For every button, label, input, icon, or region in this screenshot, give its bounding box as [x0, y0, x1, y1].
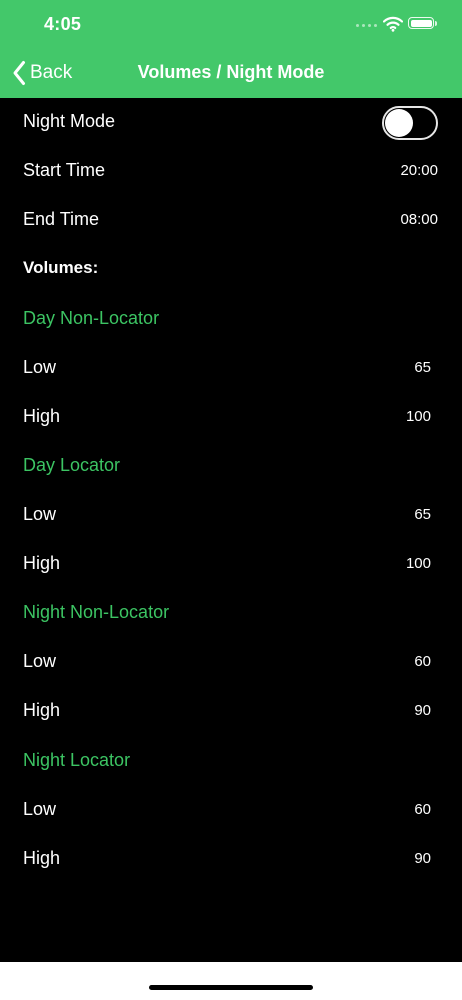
page-title: Volumes / Night Mode: [137, 62, 325, 82]
section-header: Night Non-Locator: [0, 589, 462, 638]
end-time-label: End Time: [23, 209, 100, 229]
high-value: 90: [414, 850, 431, 867]
end-time-row[interactable]: End Time 08:00: [0, 196, 462, 245]
home-indicator[interactable]: [149, 985, 313, 990]
volume-row-low[interactable]: Low 65: [0, 344, 462, 393]
volume-row-high[interactable]: High 100: [0, 540, 462, 589]
battery-tip: [435, 21, 437, 26]
cellular-dots-icon: [356, 24, 377, 27]
navigation-header: 4:05 Back Volumes / Night Mode: [0, 0, 462, 98]
end-time-value: 08:00: [400, 211, 438, 228]
volumes-heading-row: Volumes:: [0, 245, 462, 294]
night-mode-row: Night Mode: [0, 98, 462, 147]
wifi-icon: [383, 16, 403, 32]
section-header: Day Non-Locator: [0, 295, 462, 344]
status-time: 4:05: [44, 14, 82, 34]
high-value: 100: [405, 408, 431, 425]
low-value: 65: [414, 359, 431, 376]
low-value: 65: [414, 506, 431, 523]
night-mode-toggle[interactable]: [382, 106, 438, 140]
volume-row-low[interactable]: Low 60: [0, 638, 462, 687]
high-value: 90: [414, 702, 431, 719]
high-label: High: [23, 406, 61, 426]
low-label: Low: [23, 651, 57, 671]
low-value: 60: [414, 653, 431, 670]
volume-row-high[interactable]: High 90: [0, 687, 462, 736]
low-label: Low: [23, 799, 57, 819]
high-label: High: [23, 848, 61, 868]
section-title-day-non-locator: Day Non-Locator: [23, 308, 160, 328]
start-time-value: 20:00: [400, 162, 438, 179]
section-title-night-non-locator: Night Non-Locator: [23, 602, 170, 622]
home-indicator-area: [0, 962, 462, 1000]
volume-row-low[interactable]: Low 65: [0, 491, 462, 540]
low-value: 60: [414, 801, 431, 818]
night-mode-label: Night Mode: [23, 111, 116, 131]
section-header: Day Locator: [0, 442, 462, 491]
volume-row-high[interactable]: High 90: [0, 835, 462, 884]
section-title-day-locator: Day Locator: [23, 455, 121, 475]
high-label: High: [23, 700, 61, 720]
section-title-night-locator: Night Locator: [23, 750, 131, 770]
battery-icon: [408, 17, 434, 29]
volume-row-high[interactable]: High 100: [0, 393, 462, 442]
section-header: Night Locator: [0, 737, 462, 786]
start-time-label: Start Time: [23, 160, 106, 180]
settings-list: Night Mode Start Time 20:00 End Time 08:…: [0, 98, 462, 962]
low-label: Low: [23, 504, 57, 524]
start-time-row[interactable]: Start Time 20:00: [0, 147, 462, 196]
toggle-knob: [385, 109, 413, 137]
volumes-heading: Volumes:: [23, 258, 99, 277]
low-label: Low: [23, 357, 57, 377]
high-label: High: [23, 553, 61, 573]
volume-row-low[interactable]: Low 60: [0, 786, 462, 835]
high-value: 100: [405, 555, 431, 572]
